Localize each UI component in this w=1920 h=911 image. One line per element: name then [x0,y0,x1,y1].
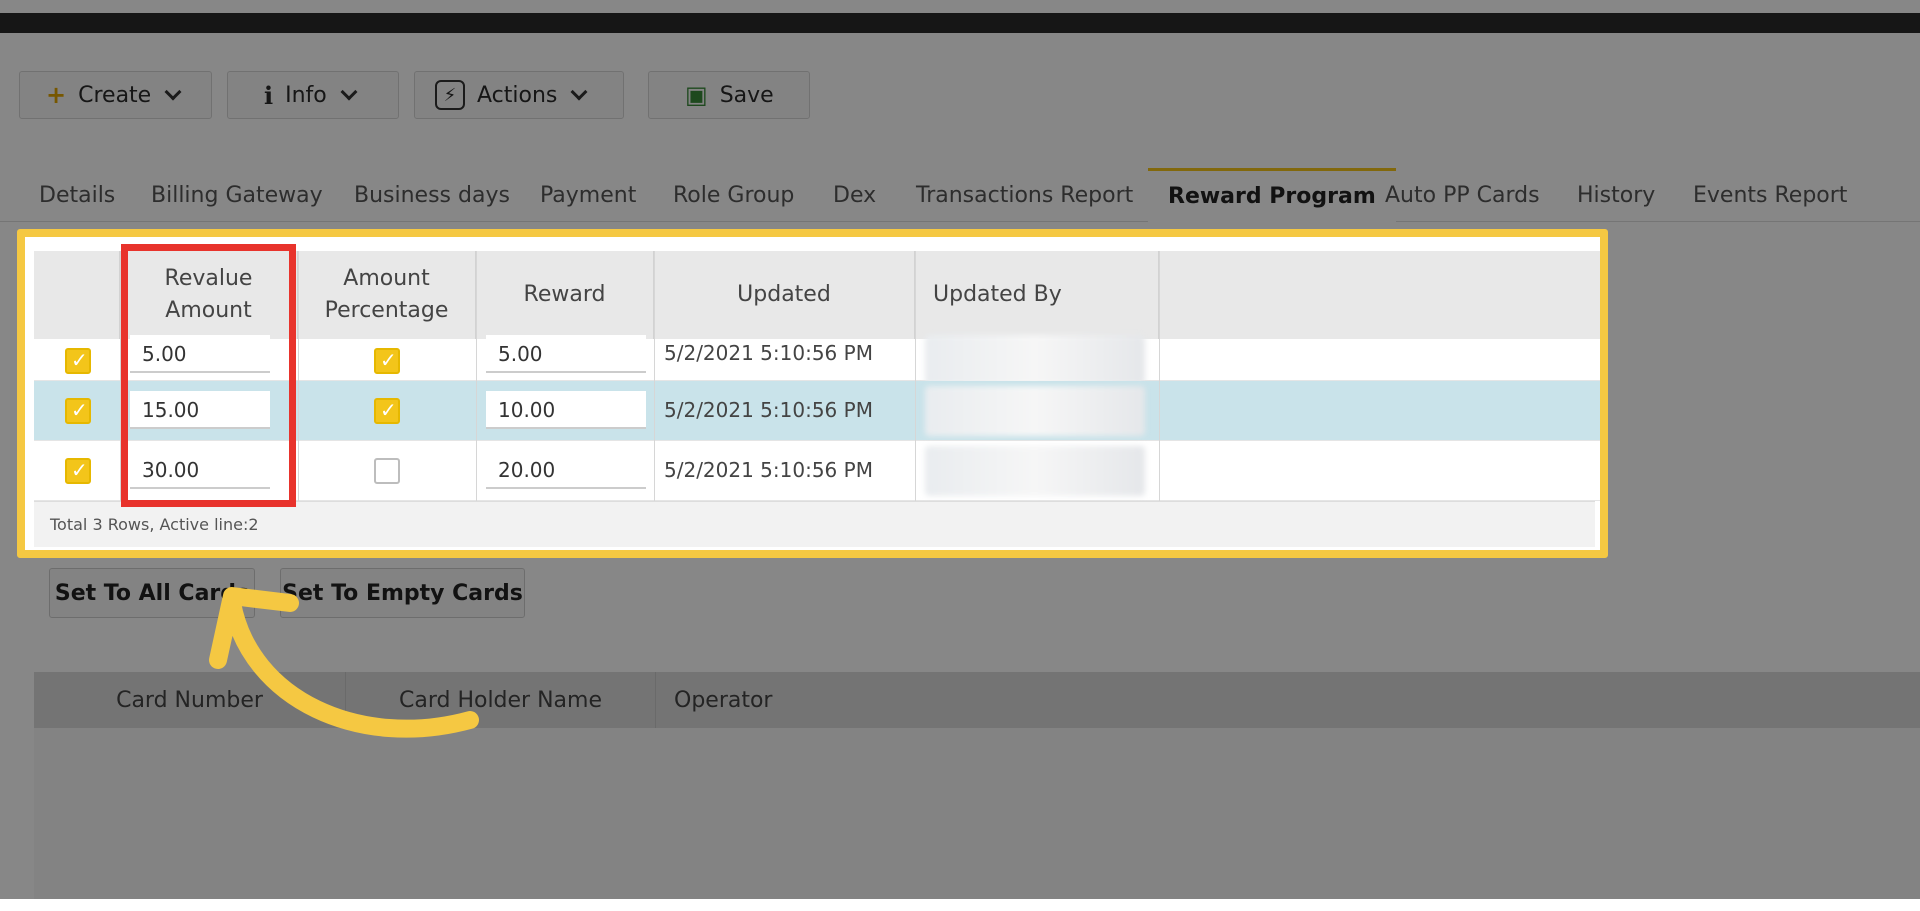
info-button[interactable]: i Info [227,71,399,119]
create-button[interactable]: + Create [19,71,212,119]
chevron-down-icon [570,83,588,100]
tab-events-report[interactable]: Events Report [1693,168,1847,222]
plus-icon: + [46,81,67,109]
bolt-icon: ⚡ [435,80,465,110]
top-bar [0,13,1920,33]
tab-billing-gateway[interactable]: Billing Gateway [151,168,323,222]
save-label: Save [719,82,774,108]
tab-bar: Details Billing Gateway Business days Pa… [0,168,1920,222]
column-card-holder-name[interactable]: Card Holder Name [346,672,656,728]
tab-reward-program[interactable]: Reward Program [1148,168,1396,222]
info-icon: i [264,80,274,110]
tab-details[interactable]: Details [39,168,115,222]
chevron-down-icon [340,83,358,100]
cards-grid: Card Number Card Holder Name Operator [34,672,1920,902]
cards-grid-header: Card Number Card Holder Name Operator [34,672,1920,728]
create-label: Create [78,82,152,108]
set-to-empty-cards-button[interactable]: Set To Empty Cards [280,568,525,618]
column-operator[interactable]: Operator [656,672,1156,728]
window-top-strip [0,0,1920,13]
tab-payment[interactable]: Payment [540,168,636,222]
tab-history[interactable]: History [1577,168,1655,222]
info-label: Info [285,82,327,108]
revalue-annotation-box [121,244,296,507]
chevron-down-icon [164,83,182,100]
floppy-disk-icon: ▣ [685,81,708,109]
actions-button[interactable]: ⚡ Actions [414,71,624,119]
tab-business-days[interactable]: Business days [354,168,510,222]
column-card-number[interactable]: Card Number [34,672,346,728]
set-to-all-cards-button[interactable]: Set To All Cards [49,568,255,618]
save-button[interactable]: ▣ Save [648,71,810,119]
actions-label: Actions [477,82,558,108]
bottom-strip [0,899,1920,911]
tab-role-group[interactable]: Role Group [673,168,794,222]
tab-auto-pp-cards[interactable]: Auto PP Cards [1385,168,1540,222]
tab-dex[interactable]: Dex [833,168,876,222]
tab-transactions-report[interactable]: Transactions Report [916,168,1133,222]
